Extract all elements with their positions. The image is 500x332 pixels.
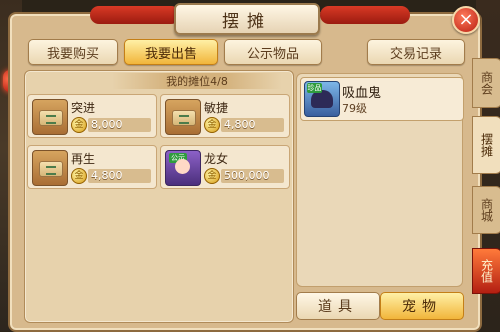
tab-pets[interactable]: 宠物 xyxy=(380,292,464,320)
coin-icon: 金 xyxy=(204,168,220,184)
tab-public-items[interactable]: 公示物品 xyxy=(224,39,322,65)
slot-price: 4,800 xyxy=(88,169,151,183)
stall-title: 我的摊位4/8 xyxy=(112,73,282,89)
tab-items[interactable]: 道具 xyxy=(296,292,380,320)
slot-price: 4,800 xyxy=(221,118,284,132)
side-tab-stall[interactable]: 摆摊 xyxy=(472,116,500,174)
stall-slot[interactable]: 再生 金 4,800 xyxy=(27,145,157,189)
skill-book-icon xyxy=(165,99,201,135)
pet-portrait-icon: 公示 xyxy=(165,150,201,186)
skill-book-icon xyxy=(32,99,68,135)
slot-price: 8,000 xyxy=(88,118,151,132)
slot-name: 突进 xyxy=(71,101,96,115)
slot-name: 龙女 xyxy=(204,152,229,166)
slot-name: 再生 xyxy=(71,152,96,166)
slot-price: 500,000 xyxy=(221,169,284,183)
stall-slot[interactable]: 敏捷 金 4,800 xyxy=(160,94,290,138)
slot-name: 敏捷 xyxy=(204,101,229,115)
tab-sell[interactable]: 我要出售 xyxy=(124,39,218,65)
stall-slot[interactable]: 突进 金 8,000 xyxy=(27,94,157,138)
coin-icon: 金 xyxy=(204,117,220,133)
coin-icon: 金 xyxy=(71,117,87,133)
stall-slot[interactable]: 公示 龙女 金 500,000 xyxy=(160,145,290,189)
pet-name: 吸血鬼 xyxy=(342,86,382,101)
side-tab-mall[interactable]: 商城 xyxy=(472,186,500,234)
side-tab-chamber[interactable]: 商会 xyxy=(472,58,500,108)
tab-buy[interactable]: 我要购买 xyxy=(28,39,118,65)
close-icon[interactable]: × xyxy=(452,6,480,34)
pet-list-item[interactable]: 珍品 吸血鬼 79级 xyxy=(300,77,464,121)
side-tab-recharge[interactable]: 充值 xyxy=(472,248,500,294)
window-title: 摆摊 xyxy=(174,3,320,35)
pet-portrait-icon: 珍品 xyxy=(304,81,340,117)
pet-level: 79级 xyxy=(342,102,367,115)
rare-tag: 珍品 xyxy=(307,83,322,93)
coin-icon: 金 xyxy=(71,168,87,184)
skill-book-icon xyxy=(32,150,68,186)
trade-history-button[interactable]: 交易记录 xyxy=(367,39,465,65)
